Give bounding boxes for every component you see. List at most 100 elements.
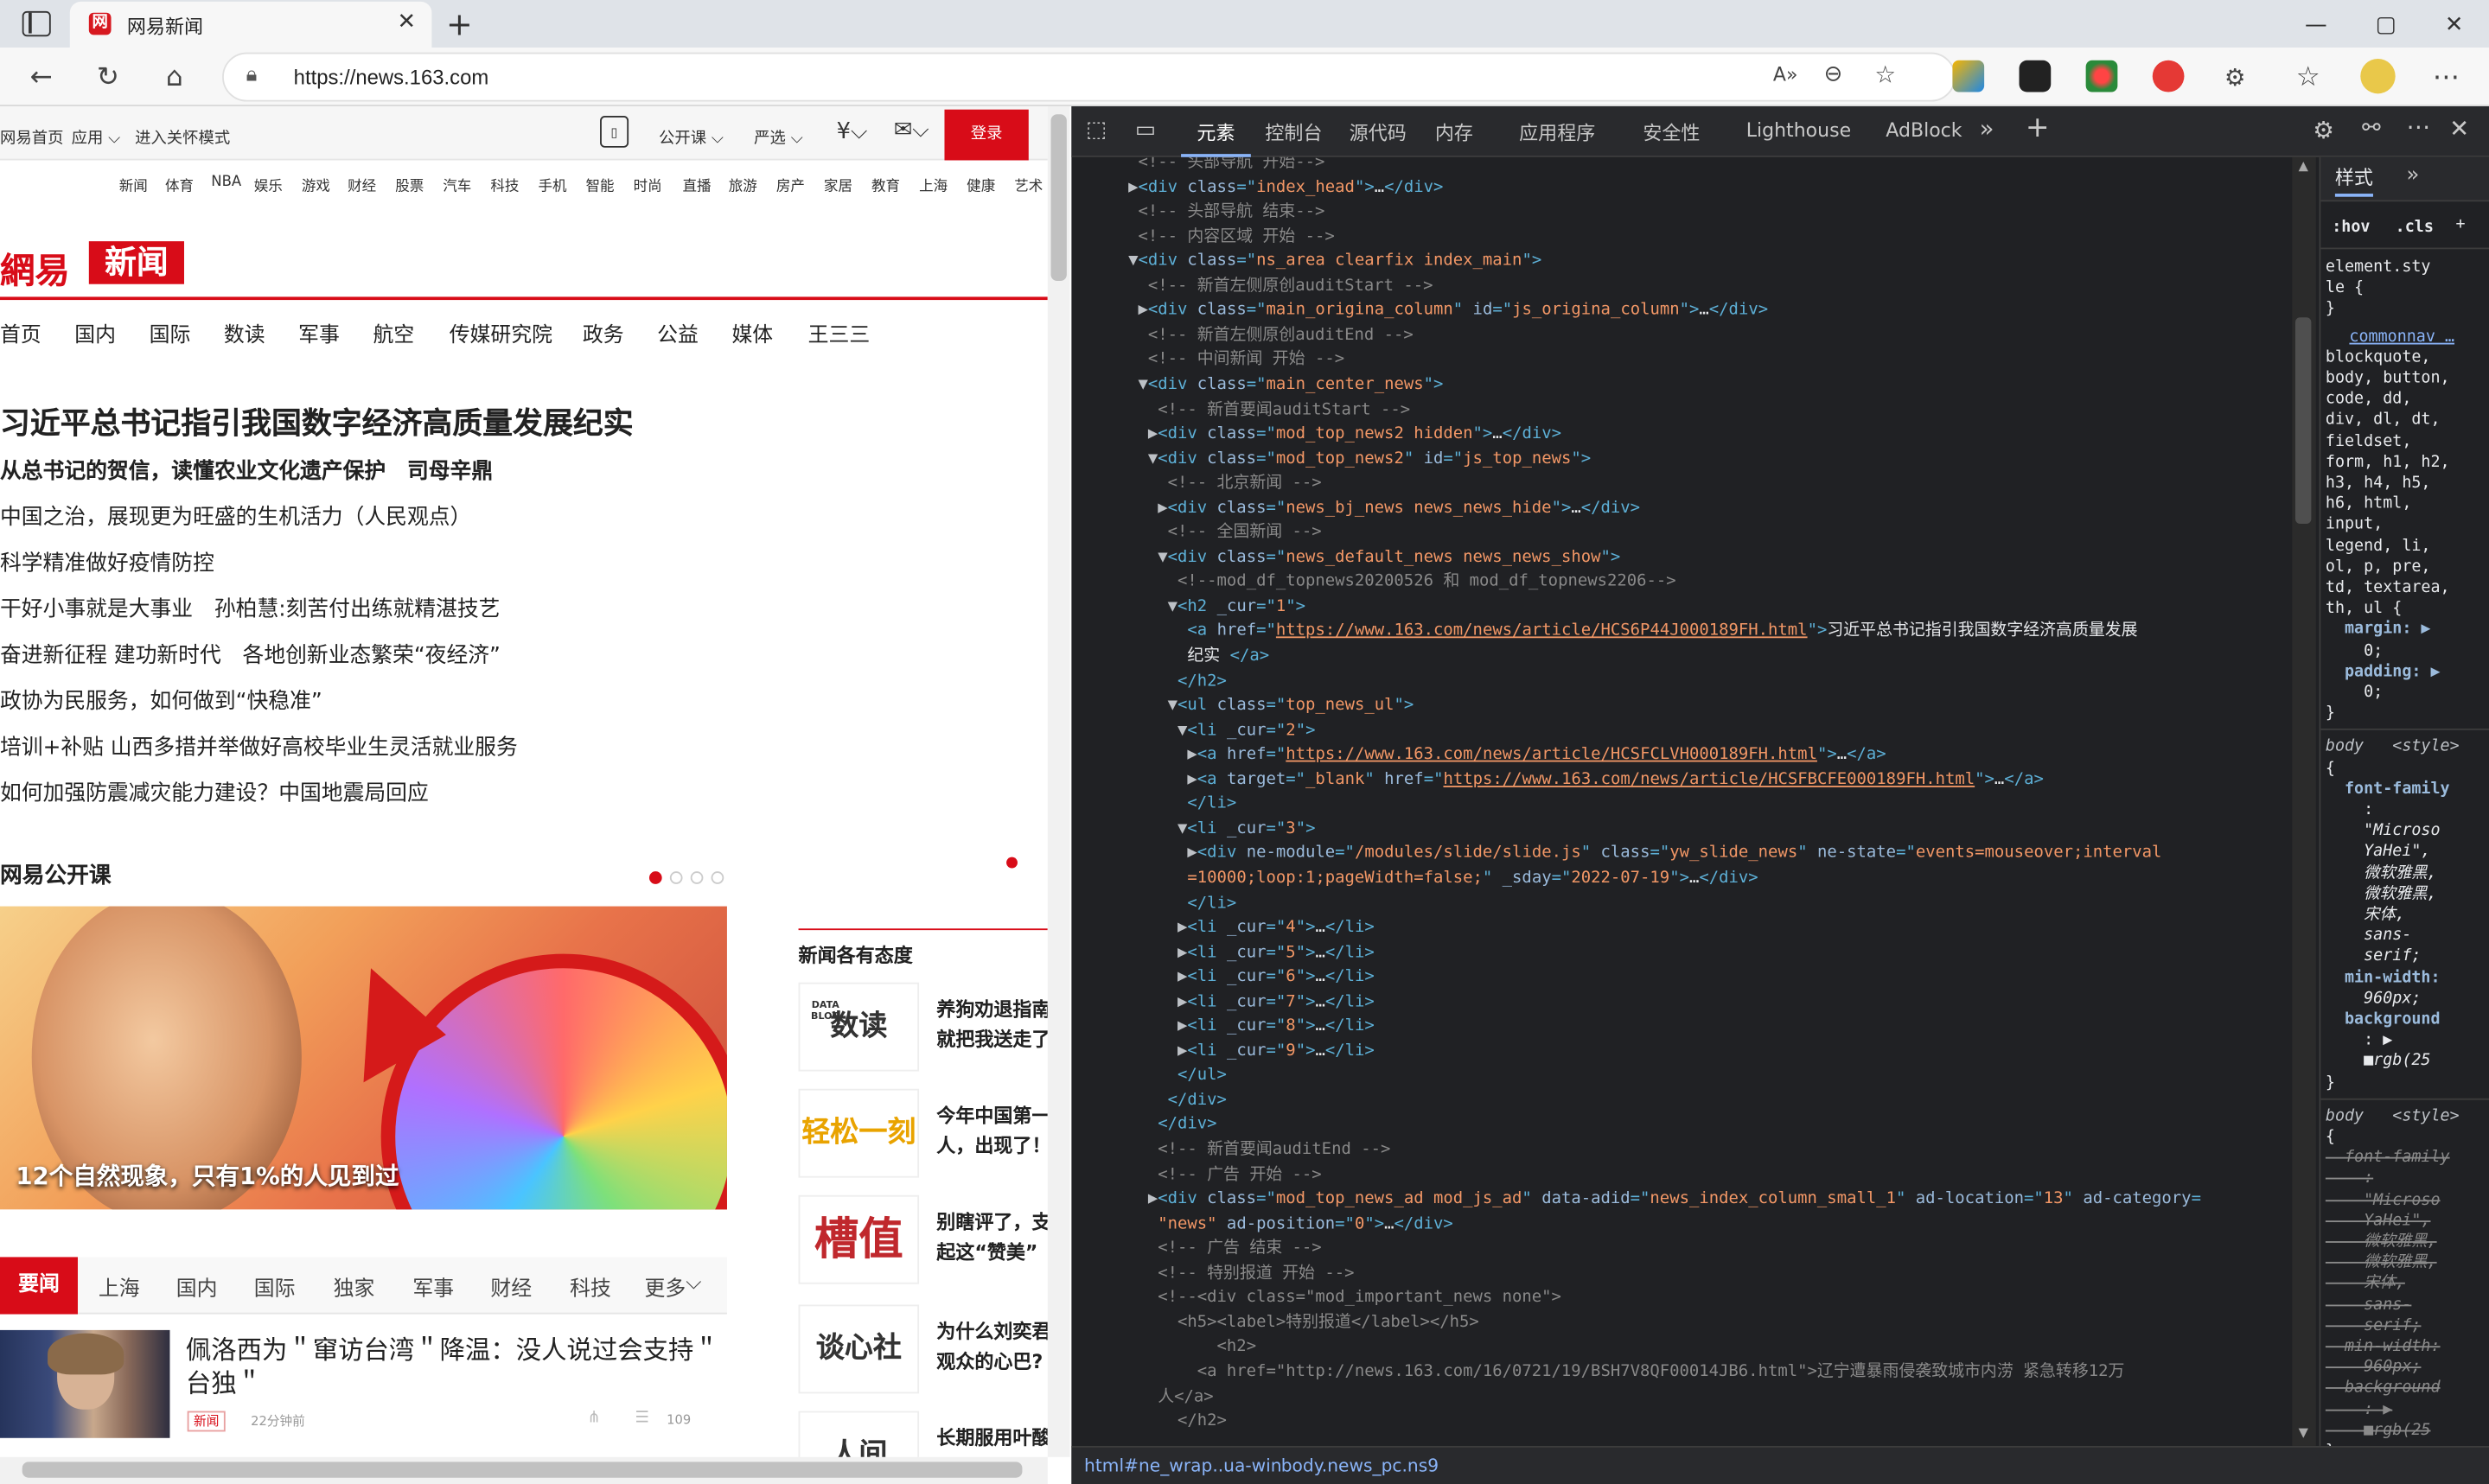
dom-node[interactable]: <!-- 新首左侧原创auditEnd -->	[1148, 323, 1414, 348]
maximize-icon[interactable]: ▢	[2351, 6, 2421, 44]
more-tabs-icon[interactable]: »	[1980, 114, 1994, 143]
close-devtools-icon[interactable]: ✕	[2449, 114, 2469, 143]
devtools-tab[interactable]: 内存	[1435, 119, 1473, 146]
dom-node[interactable]: <a href="http://news.163.com/16/0721/19/…	[1197, 1360, 2125, 1385]
channel-link[interactable]: 新闻	[119, 175, 148, 195]
more-panes-icon[interactable]: »	[2407, 165, 2419, 186]
channel-link[interactable]: NBA	[211, 175, 241, 190]
refresh-icon[interactable]: ↻	[87, 59, 129, 97]
devtools-tab[interactable]: 控制台	[1265, 119, 1322, 146]
dom-node[interactable]: =10000;loop:1;pageWidth=false;" _sday="2…	[1187, 867, 1758, 892]
expand-arrow-icon[interactable]: ▶	[1177, 967, 1187, 986]
new-tab-icon[interactable]: +	[446, 5, 473, 43]
article-title[interactable]: 佩洛西为＂窜访台湾＂降温：没人说过会支持＂台独＂	[186, 1334, 725, 1400]
subheadline[interactable]: 从总书记的贺信，读懂农业文化遗产保护 司母辛鼎	[0, 452, 493, 484]
dom-node[interactable]: <!-- 头部导航 开始-->	[1138, 157, 1324, 175]
dom-node[interactable]: ▼<div class="mod_top_news2" id="js_top_n…	[1148, 447, 1591, 472]
dom-node[interactable]: ▶<a href="https://www.163.com/news/artic…	[1187, 743, 1886, 768]
dom-node[interactable]: </li>	[1187, 891, 1236, 916]
style-line[interactable]: commonnav …	[2349, 327, 2454, 347]
close-tab-icon[interactable]: ✕	[398, 10, 417, 35]
dom-node[interactable]: 纪实 </a>	[1187, 645, 1269, 670]
share-icon[interactable]: ⋔	[587, 1410, 600, 1427]
care-mode-link[interactable]: 进入关怀模式	[135, 124, 230, 148]
news-link[interactable]: 培训+补贴 山西多措并举做好高校毕业生灵活就业服务	[0, 729, 518, 760]
article-tag[interactable]: 新闻	[187, 1411, 226, 1432]
channel-link[interactable]: 手机	[538, 175, 566, 195]
carousel-dot[interactable]	[690, 871, 704, 884]
nav-item[interactable]: 政务	[583, 317, 624, 348]
expand-arrow-icon[interactable]: ▶	[1128, 177, 1138, 196]
zoom-icon[interactable]: ⊖	[1824, 62, 1843, 87]
dom-node[interactable]: <!-- 新首左侧原创auditStart -->	[1148, 274, 1433, 299]
nav-item[interactable]: 军事	[298, 317, 340, 348]
scroll-down-icon[interactable]: ▼	[2299, 1425, 2308, 1440]
lock-icon[interactable]: 🔒︎	[246, 63, 258, 87]
nav-item[interactable]: 媒体	[731, 317, 773, 348]
dom-node[interactable]: <!-- 内容区域 开始 -->	[1138, 225, 1334, 250]
collapse-arrow-icon[interactable]: ▼	[1177, 818, 1187, 838]
dom-node[interactable]: <!-- 广告 开始 -->	[1158, 1162, 1321, 1188]
nav-item[interactable]: 公益	[657, 317, 699, 348]
channel-link[interactable]: 娱乐	[254, 175, 283, 195]
add-tab-icon[interactable]: +	[2026, 111, 2050, 145]
expand-arrow-icon[interactable]: ▶	[1187, 769, 1197, 788]
browser-tab[interactable]: 网 网易新闻 ✕	[69, 1, 432, 48]
page-scrollbar[interactable]	[1047, 106, 1070, 1457]
dom-node[interactable]: ▶<li _cur="4">…</li>	[1177, 916, 1375, 941]
channel-link[interactable]: 时尚	[634, 175, 662, 195]
dom-node[interactable]: ▶<li _cur="5">…</li>	[1177, 940, 1375, 965]
inspect-element-icon[interactable]: ⬚	[1086, 118, 1107, 143]
page-scroll-thumb[interactable]	[1050, 114, 1067, 282]
scroll-up-icon[interactable]: ▲	[2299, 159, 2308, 174]
channel-link[interactable]: 股票	[395, 175, 424, 195]
news-tab[interactable]: 上海	[99, 1271, 140, 1302]
expand-arrow-icon[interactable]: ▶	[1148, 1189, 1158, 1208]
dom-node[interactable]: ▼<ul class="top_news_ul">	[1168, 694, 1414, 719]
dom-node[interactable]: ▼<div class="ns_area clearfix index_main…	[1128, 250, 1541, 275]
login-button[interactable]: 登录	[944, 109, 1029, 161]
expand-arrow-icon[interactable]: ▶	[1187, 745, 1197, 764]
nav-item[interactable]: 王三三	[808, 317, 871, 348]
dom-node[interactable]: ▼<li _cur="3">	[1177, 817, 1315, 842]
back-icon[interactable]: ←	[21, 59, 62, 97]
dom-node[interactable]: ▼<h2 _cur="1">	[1168, 595, 1305, 620]
dom-node[interactable]: </li>	[1187, 793, 1236, 818]
news-link[interactable]: 中国之治，展现更为旺盛的生机活力（人民观点）	[0, 499, 471, 530]
collapse-arrow-icon[interactable]: ▼	[1168, 596, 1177, 615]
nav-item[interactable]: 航空	[373, 317, 414, 348]
news-tab[interactable]: 科技	[570, 1271, 611, 1302]
dom-node[interactable]: ▶<div ne-module="/modules/slide/slide.js…	[1187, 842, 2161, 867]
collapse-arrow-icon[interactable]: ▼	[1138, 374, 1147, 393]
news-link[interactable]: 科学精准做好疫情防控	[0, 545, 214, 576]
expand-arrow-icon[interactable]: ▶	[1177, 942, 1187, 961]
channel-link[interactable]: 艺术	[1014, 175, 1043, 195]
dom-node[interactable]: </h2>	[1177, 669, 1227, 694]
news-link[interactable]: 奋进新征程 建功新时代 各地创新业态繁荣“夜经济”	[0, 636, 501, 668]
extension-1-icon[interactable]	[1952, 60, 1985, 92]
expand-arrow-icon[interactable]: ▶	[1177, 918, 1187, 937]
dom-node[interactable]: ▼<div class="main_center_news">	[1138, 373, 1443, 398]
news-link[interactable]: 干好小事就是大事业 孙柏慧:刻苦付出练就精湛技艺	[0, 590, 500, 621]
channel-link[interactable]: 教育	[871, 175, 900, 195]
extension-3-icon[interactable]	[2085, 60, 2118, 92]
channel-link[interactable]: 健康	[967, 175, 995, 195]
yanxuan-menu[interactable]: 严选 ⌵	[754, 124, 802, 148]
news-link[interactable]: 政协为民服务，如何做到“快稳准”	[0, 683, 322, 714]
favorite-star-icon[interactable]: ☆	[1874, 61, 1896, 89]
expand-arrow-icon[interactable]: ▶	[1177, 1041, 1187, 1060]
expand-arrow-icon[interactable]: ▶	[1138, 301, 1147, 320]
carousel-dot[interactable]	[711, 871, 724, 884]
carousel-dot[interactable]	[648, 871, 662, 884]
customize-icon[interactable]: ⚯	[2362, 116, 2381, 141]
channel-link[interactable]: 财经	[348, 175, 376, 195]
channel-link[interactable]: 直播	[683, 175, 712, 195]
devtools-tab[interactable]: AdBlock	[1886, 119, 1962, 142]
nav-item[interactable]: 传媒研究院	[450, 317, 552, 348]
dom-node[interactable]: ▶<li _cur="9">…</li>	[1177, 1039, 1375, 1064]
dom-node[interactable]: 人</a>	[1158, 1385, 1213, 1410]
news-tab[interactable]: 更多	[644, 1271, 686, 1302]
dom-node[interactable]: <!-- 特别报道 开始 -->	[1158, 1261, 1354, 1286]
comment-icon[interactable]: ☰	[635, 1410, 648, 1427]
column-headline[interactable]: 就把我送走了	[936, 1025, 1048, 1055]
